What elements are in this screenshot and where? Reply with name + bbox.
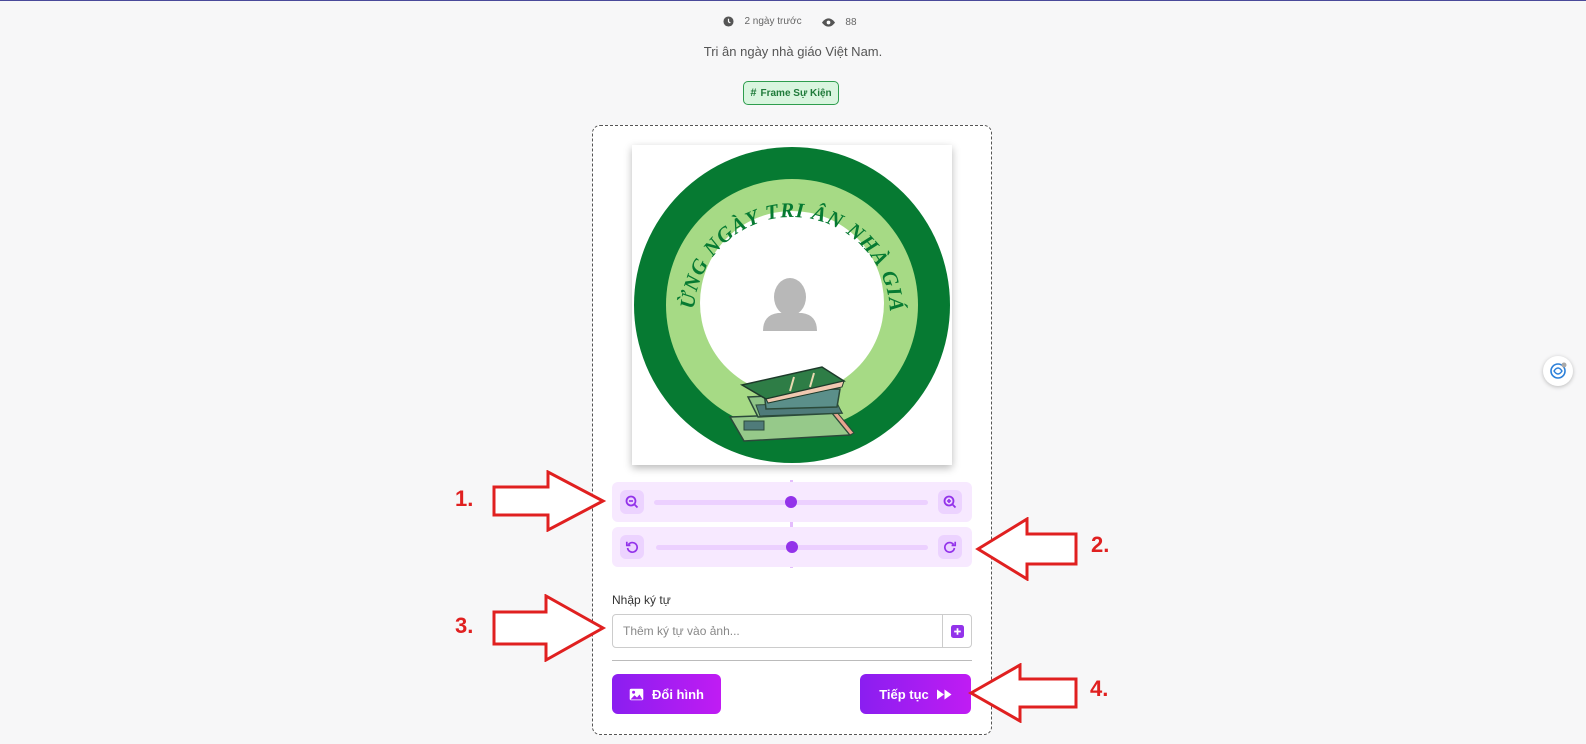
hash-icon: # (750, 87, 757, 99)
tag-badge[interactable]: # Frame Sự Kiện (743, 81, 839, 105)
zoom-out-button[interactable] (620, 490, 644, 514)
annotation-arrow-3 (492, 594, 607, 662)
image-icon (629, 688, 644, 700)
annotation-arrow-2 (975, 517, 1078, 581)
eye-icon (822, 18, 836, 27)
divider (612, 660, 972, 661)
annotation-number-2: 2. (1091, 532, 1110, 557)
fast-forward-icon (936, 689, 952, 699)
post-meta: 2 ngày trước 88 (0, 16, 1586, 30)
clock-icon (723, 16, 734, 27)
annotation-arrow-1 (492, 470, 607, 532)
continue-label: Tiếp tục (879, 686, 929, 702)
zoom-slider-thumb[interactable] (785, 496, 797, 508)
zoom-in-icon (943, 495, 957, 509)
text-input-label: Nhập ký tự (612, 593, 671, 607)
rotate-right-icon (944, 541, 957, 553)
rotate-right-button[interactable] (938, 535, 962, 559)
frame-image: MỪNG NGÀY TRI ÂN NHÀ GIÁO (632, 145, 952, 465)
annotation-number-3: 3. (455, 613, 474, 638)
text-input-group (612, 614, 972, 648)
post-description: Tri ân ngày nhà giáo Việt Nam. (703, 44, 883, 59)
rotate-slider-thumb[interactable] (786, 541, 798, 553)
view-count-text: 88 (845, 17, 857, 28)
floating-assistant-button[interactable] (1543, 356, 1573, 386)
zoom-control (612, 482, 972, 522)
text-input[interactable] (613, 615, 939, 647)
continue-button[interactable]: Tiếp tục (860, 674, 971, 714)
time-ago: 2 ngày trước (723, 16, 807, 27)
change-image-label: Đổi hình (652, 686, 704, 702)
rotate-left-button[interactable] (620, 535, 644, 559)
plus-square-icon (950, 624, 964, 638)
add-text-button[interactable] (942, 615, 971, 647)
zoom-out-icon (625, 495, 639, 509)
rotate-control (612, 527, 972, 567)
annotation-number-1: 1. (455, 486, 474, 511)
annotation-number-4: 4. (1090, 676, 1109, 701)
zoom-in-button[interactable] (938, 490, 962, 514)
frame-preview[interactable]: MỪNG NGÀY TRI ÂN NHÀ GIÁO (632, 145, 952, 465)
view-count: 88 (822, 17, 862, 28)
top-border (0, 0, 1586, 1)
time-ago-text: 2 ngày trước (744, 16, 802, 27)
rotate-left-icon (625, 541, 638, 553)
change-image-button[interactable]: Đổi hình (612, 674, 721, 714)
tag-label: Frame Sự Kiện (760, 87, 832, 99)
assistant-icon (1550, 362, 1567, 379)
annotation-arrow-4 (968, 663, 1078, 723)
